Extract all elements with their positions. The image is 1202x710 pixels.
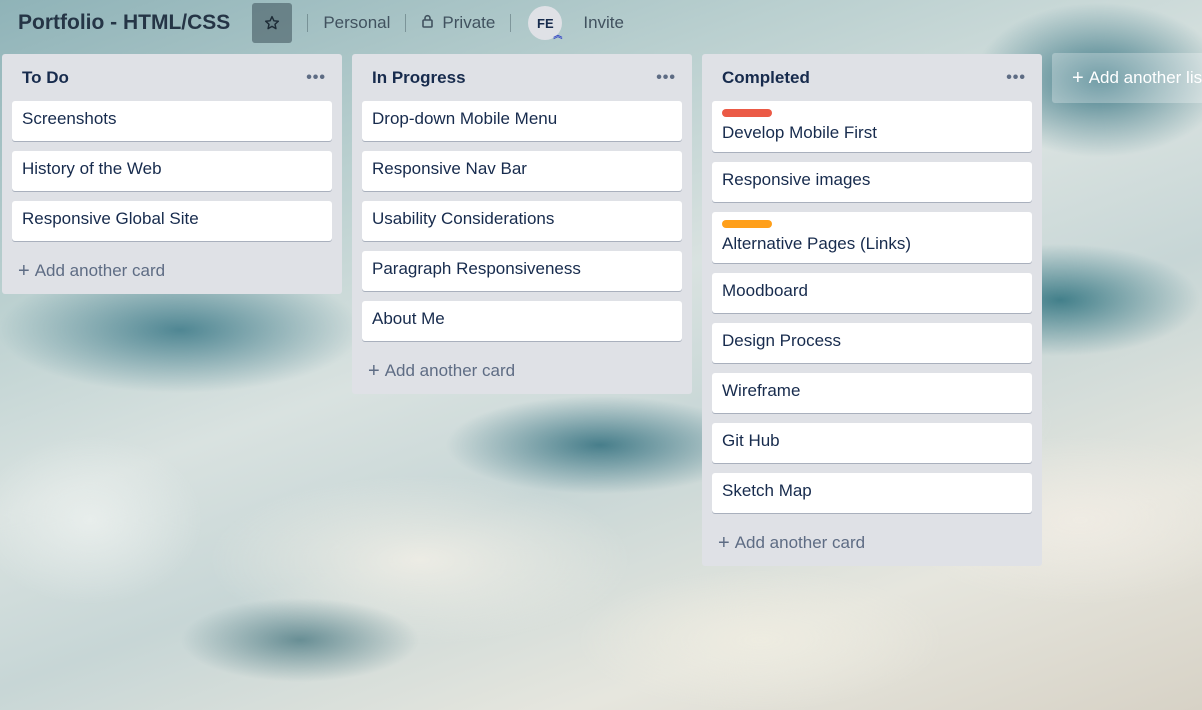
list-menu-icon[interactable]: ••• [656, 69, 676, 87]
star-board-button[interactable] [252, 3, 293, 43]
list-title[interactable]: In Progress [372, 68, 466, 88]
card[interactable]: Drop-down Mobile Menu [362, 101, 682, 141]
card-title: Git Hub [722, 431, 780, 450]
add-list-label: Add another list [1088, 68, 1202, 87]
list-menu-icon[interactable]: ••• [306, 69, 326, 87]
card-title: About Me [372, 309, 445, 328]
list-title[interactable]: To Do [22, 68, 69, 88]
board-header: Portfolio - HTML/CSS Personal Private FE… [0, 0, 1202, 46]
card[interactable]: Wireframe [712, 373, 1032, 413]
card[interactable]: Git Hub [712, 423, 1032, 463]
card[interactable]: Responsive Nav Bar [362, 151, 682, 191]
card-title: Responsive Nav Bar [372, 159, 527, 178]
add-card-button[interactable]: + Add another card [362, 348, 682, 394]
list-menu-icon[interactable]: ••• [1006, 69, 1026, 87]
card[interactable]: Alternative Pages (Links) [712, 212, 1032, 263]
card[interactable]: Design Process [712, 323, 1032, 363]
star-icon [265, 15, 280, 30]
plus-icon: + [1072, 67, 1084, 89]
card-title: Alternative Pages (Links) [722, 234, 911, 253]
add-card-label: Add another card [384, 361, 516, 380]
card-title: Usability Considerations [372, 209, 555, 228]
card-title: Screenshots [22, 109, 117, 128]
card[interactable]: Responsive images [712, 162, 1032, 202]
list-to-do: To Do ••• Screenshots History of the Web… [2, 54, 342, 294]
add-card-label: Add another card [734, 533, 866, 552]
header-divider [510, 14, 512, 32]
add-card-button[interactable]: + Add another card [12, 248, 332, 294]
card[interactable]: Sketch Map [712, 473, 1032, 513]
add-list-button[interactable]: + Add another list [1052, 53, 1202, 103]
card[interactable]: Moodboard [712, 273, 1032, 313]
board-title[interactable]: Portfolio - HTML/CSS [18, 11, 230, 35]
invite-button[interactable]: Invite [583, 13, 624, 33]
member-avatar[interactable]: FE ︽ [528, 6, 563, 40]
card-title: Sketch Map [722, 481, 812, 500]
card[interactable]: Paragraph Responsiveness [362, 251, 682, 291]
header-divider [405, 14, 407, 32]
admin-chevron-icon: ︽ [553, 30, 563, 40]
card[interactable]: About Me [362, 301, 682, 341]
card-title: Responsive Global Site [22, 209, 199, 228]
plus-icon: + [368, 360, 380, 382]
add-card-label: Add another card [34, 261, 166, 280]
visibility-label: Private [442, 13, 496, 32]
card-label-orange[interactable] [722, 220, 772, 228]
add-card-button[interactable]: + Add another card [712, 520, 1032, 566]
list-header: In Progress ••• [362, 54, 682, 101]
card-title: Moodboard [722, 281, 809, 300]
lock-icon [422, 14, 434, 28]
card-title: Wireframe [722, 381, 801, 400]
card[interactable]: Screenshots [12, 101, 332, 141]
list-header: Completed ••• [712, 54, 1032, 101]
card[interactable]: Develop Mobile First [712, 101, 1032, 152]
card-title: Responsive images [722, 170, 871, 189]
card-label-red[interactable] [722, 109, 772, 117]
list-header: To Do ••• [12, 54, 332, 101]
visibility-button[interactable]: Private [421, 13, 495, 33]
card-title: Paragraph Responsiveness [372, 259, 581, 278]
card[interactable]: Usability Considerations [362, 201, 682, 241]
card[interactable]: History of the Web [12, 151, 332, 191]
card-title: Design Process [722, 331, 842, 350]
card-title: History of the Web [22, 159, 162, 178]
plus-icon: + [18, 260, 30, 282]
header-divider [307, 14, 309, 32]
team-button[interactable]: Personal [323, 13, 390, 33]
list-title[interactable]: Completed [722, 68, 810, 88]
plus-icon: + [718, 532, 730, 554]
list-in-progress: In Progress ••• Drop-down Mobile Menu Re… [352, 54, 692, 394]
card[interactable]: Responsive Global Site [12, 201, 332, 241]
avatar-initials: FE [537, 15, 554, 31]
list-completed: Completed ••• Develop Mobile First Respo… [702, 54, 1042, 566]
card-title: Develop Mobile First [722, 123, 877, 142]
card-title: Drop-down Mobile Menu [372, 109, 558, 128]
